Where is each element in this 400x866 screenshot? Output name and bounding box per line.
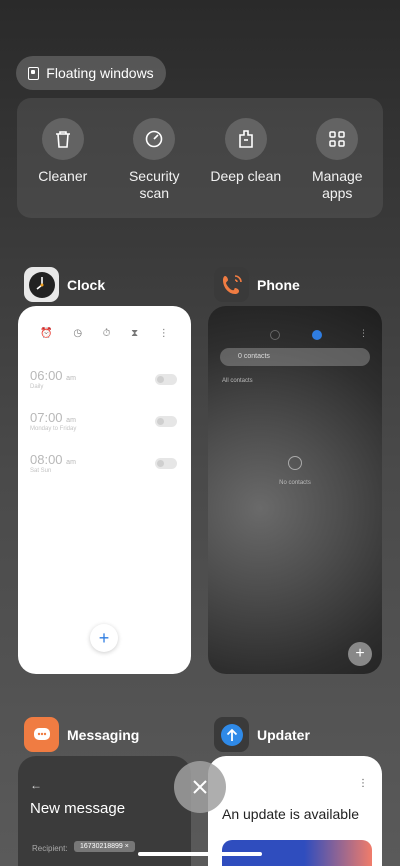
alarm-repeat: Sat Sun — [30, 468, 52, 474]
alarm-time: 08:00 — [30, 452, 63, 467]
phone-tabs: ⋮ — [208, 328, 382, 342]
messaging-app-header[interactable]: Messaging — [24, 717, 139, 752]
security-scan-button[interactable]: Security scan — [109, 98, 201, 218]
phone-app-title: Phone — [257, 276, 300, 293]
floating-windows-button[interactable]: Floating windows — [16, 56, 166, 90]
more-icon[interactable]: ⋮ — [358, 778, 368, 789]
timer-tab-icon[interactable]: ⧗ — [131, 328, 138, 339]
new-message-heading: New message — [30, 800, 126, 817]
clear-all-button[interactable] — [174, 761, 226, 813]
alarm-tab-icon[interactable]: ⏰ — [40, 328, 52, 339]
clock-app-title: Clock — [67, 276, 106, 293]
clock-app-header[interactable]: Clock — [24, 267, 105, 302]
stopwatch-tab-icon[interactable]: ⏱ — [103, 328, 111, 339]
more-icon[interactable]: ⋮ — [359, 328, 368, 339]
phone-app-header[interactable]: Phone — [214, 267, 300, 302]
clock-app-card[interactable]: ⏰ ◷ ⏱ ⧗ ⋮ 06:00 am Daily 07:00 am Monday… — [18, 306, 191, 674]
close-icon — [193, 780, 207, 794]
recents-tab-icon[interactable] — [270, 330, 280, 340]
recipient-label: Recipient: — [32, 844, 68, 853]
cleaner-button[interactable]: Cleaner — [17, 98, 109, 218]
update-available-text: An update is available — [222, 806, 359, 822]
alarm-item[interactable]: 07:00 am Monday to Friday — [30, 410, 179, 432]
updater-app-header[interactable]: Updater — [214, 717, 310, 752]
phone-app-icon — [214, 267, 249, 302]
contacts-search-input[interactable]: 0 contacts — [220, 348, 370, 366]
recipient-chip[interactable]: 16730218899 × — [74, 841, 135, 852]
security-scan-icon — [133, 118, 176, 160]
manage-apps-button[interactable]: Manage apps — [292, 98, 384, 218]
deep-clean-icon — [224, 118, 267, 160]
floating-window-icon — [28, 66, 40, 80]
alarm-time: 06:00 — [30, 368, 63, 383]
alarm-ampm: am — [66, 417, 76, 424]
updater-app-title: Updater — [257, 726, 310, 743]
alarm-repeat: Monday to Friday — [30, 426, 77, 432]
cleaner-label: Cleaner — [38, 168, 88, 184]
messaging-app-card[interactable]: ← New message Recipient: 16730218899 × — [18, 756, 191, 866]
home-indicator[interactable] — [138, 852, 262, 856]
empty-contacts-text: No contacts — [279, 480, 311, 486]
alarm-item[interactable]: 08:00 am Sat Sun — [30, 452, 179, 474]
alarm-ampm: am — [66, 375, 76, 382]
alarm-ampm: am — [66, 459, 76, 466]
alarm-toggle[interactable] — [155, 416, 177, 427]
clock-tabs: ⏰ ◷ ⏱ ⧗ ⋮ — [18, 328, 191, 339]
messaging-app-title: Messaging — [67, 726, 140, 743]
grid-icon — [316, 118, 359, 160]
add-contact-button[interactable]: + — [348, 642, 372, 666]
person-icon — [288, 456, 302, 470]
back-arrow-icon[interactable]: ← — [30, 778, 42, 792]
trash-icon — [41, 118, 84, 160]
alarm-item[interactable]: 06:00 am Daily — [30, 368, 179, 390]
add-alarm-button[interactable]: + — [90, 624, 118, 652]
contacts-filter[interactable]: All contacts — [222, 378, 253, 384]
alarm-toggle[interactable] — [155, 374, 177, 385]
alarm-repeat: Daily — [30, 384, 44, 390]
phone-app-card[interactable]: ⋮ 0 contacts All contacts No contacts + — [208, 306, 382, 674]
messaging-app-icon — [24, 717, 59, 752]
manage-apps-label: Manage apps — [311, 168, 363, 201]
deep-clean-button[interactable]: Deep clean — [200, 98, 292, 218]
updater-app-card[interactable]: ⋮ An update is available — [208, 756, 382, 866]
clock-app-icon — [24, 267, 59, 302]
contacts-tab-icon[interactable] — [312, 330, 322, 340]
world-clock-tab-icon[interactable]: ◷ — [73, 328, 82, 339]
quick-actions-panel: Cleaner Security scan Deep clean Manage … — [17, 98, 383, 218]
security-scan-label: Security scan — [128, 168, 180, 201]
alarm-time: 07:00 — [30, 410, 63, 425]
floating-windows-label: Floating windows — [46, 65, 154, 81]
deep-clean-label: Deep clean — [210, 168, 282, 184]
updater-app-icon — [214, 717, 249, 752]
more-icon[interactable]: ⋮ — [159, 328, 169, 339]
alarm-toggle[interactable] — [155, 458, 177, 469]
